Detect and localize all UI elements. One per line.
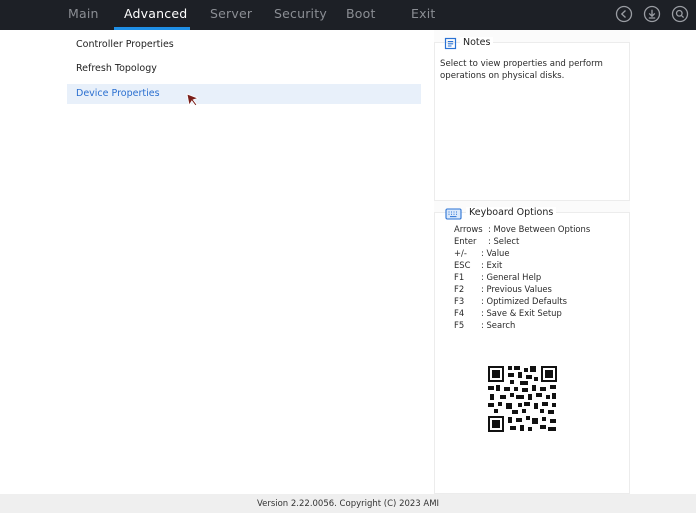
- key-label: Arrows: [454, 224, 483, 234]
- key-description: : Value: [481, 248, 510, 258]
- search-icon[interactable]: [671, 5, 689, 23]
- key-description: : Select: [488, 236, 520, 246]
- back-icon[interactable]: [615, 5, 633, 23]
- key-label: F2: [454, 284, 465, 294]
- key-label: Enter: [454, 236, 477, 246]
- notes-text: Select to view properties and perform op…: [440, 59, 603, 81]
- key-label: F5: [454, 320, 465, 330]
- key-label: ESC: [454, 260, 471, 270]
- keyboard-option-row: F4 : Save & Exit Setup: [454, 308, 562, 318]
- download-icon[interactable]: [643, 5, 661, 23]
- keyboard-option-row: Enter : Select: [454, 236, 519, 246]
- menu-item-refresh-topology[interactable]: Refresh Topology: [67, 59, 421, 79]
- tab-advanced[interactable]: Advanced: [124, 6, 187, 21]
- qr-code-icon: [482, 357, 564, 439]
- notes-title: Notes: [460, 37, 494, 48]
- keyboard-option-row: F3 : Optimized Defaults: [454, 296, 567, 306]
- tab-server[interactable]: Server: [210, 6, 252, 21]
- key-description: : Search: [481, 320, 516, 330]
- top-nav-bar: Main Advanced Server Security Boot Exit: [0, 0, 696, 30]
- key-label: F1: [454, 272, 465, 282]
- keyboard-options-title: Keyboard Options: [466, 207, 557, 218]
- key-description: : Move Between Options: [488, 224, 591, 234]
- tab-security[interactable]: Security: [274, 6, 327, 21]
- keyboard-option-row: +/- : Value: [454, 248, 509, 258]
- tab-boot[interactable]: Boot: [346, 6, 376, 21]
- key-description: : Previous Values: [481, 284, 552, 294]
- version-footer: Version 2.22.0056. Copyright (C) 2023 AM…: [0, 494, 696, 513]
- key-label: F3: [454, 296, 465, 306]
- keyboard-option-row: F5 : Search: [454, 320, 515, 330]
- key-label: F4: [454, 308, 465, 318]
- menu-item-device-properties[interactable]: Device Properties: [67, 84, 421, 104]
- keyboard-option-row: F1 : General Help: [454, 272, 541, 282]
- tab-main[interactable]: Main: [68, 6, 99, 21]
- keyboard-option-row: ESC : Exit: [454, 260, 502, 270]
- key-description: : Save & Exit Setup: [481, 308, 562, 318]
- keyboard-option-row: Arrows : Move Between Options: [454, 224, 590, 234]
- mouse-cursor-icon: [186, 93, 200, 107]
- key-description: : Exit: [481, 260, 503, 270]
- menu-item-controller-properties[interactable]: Controller Properties: [67, 35, 421, 55]
- tab-exit[interactable]: Exit: [411, 6, 435, 21]
- notes-icon: [444, 37, 457, 50]
- keyboard-icon: [445, 208, 462, 220]
- key-label: +/-: [454, 248, 467, 258]
- keyboard-option-row: F2 : Previous Values: [454, 284, 552, 294]
- key-description: : Optimized Defaults: [481, 296, 567, 306]
- key-description: : General Help: [481, 272, 542, 282]
